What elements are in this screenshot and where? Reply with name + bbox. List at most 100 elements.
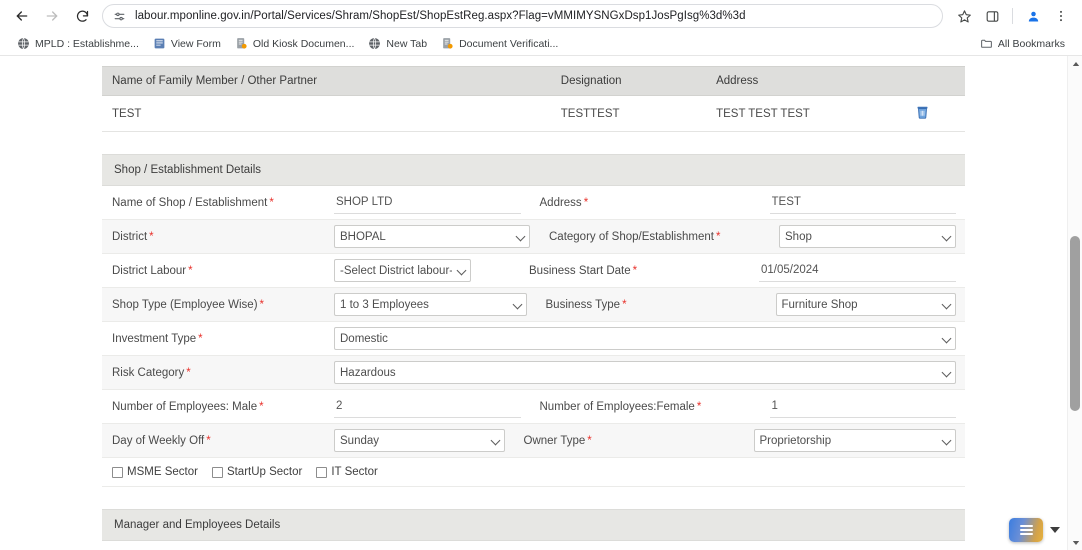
doc-icon	[237, 38, 247, 49]
required-asterisk: *	[206, 434, 211, 447]
bookmark-label: MPLD : Establishme...	[35, 37, 139, 50]
form-row-manager-name: Manager Name* Manager Father/Husband Nam…	[102, 541, 965, 550]
manager-name-input[interactable]	[334, 546, 521, 550]
required-asterisk: *	[696, 400, 702, 413]
bookmark-star-icon[interactable]	[951, 3, 977, 29]
scrollbar-thumb[interactable]	[1070, 236, 1080, 411]
form-row-risk-category: Risk Category * Hazardous	[102, 356, 965, 390]
required-asterisk: *	[188, 264, 193, 277]
required-asterisk: *	[269, 196, 274, 209]
field-risk-category: Hazardous	[326, 356, 965, 389]
checkbox-box[interactable]	[211, 466, 223, 478]
label-text: Business Type	[545, 298, 621, 311]
side-panel-icon[interactable]	[979, 3, 1005, 29]
employees-male-input[interactable]	[334, 395, 521, 418]
field-weekly-off: Sunday	[326, 424, 514, 457]
checkbox-label: IT Sector	[331, 466, 378, 478]
bookmark-label: Document Verificati...	[459, 37, 559, 50]
category-select[interactable]: Shop	[779, 225, 956, 248]
label-text: Business Start Date	[529, 264, 631, 277]
col-header-designation: Designation	[550, 66, 707, 96]
employees-female-input[interactable]	[769, 395, 956, 418]
label-shop-type: Shop Type (Employee Wise) *	[102, 288, 326, 321]
browser-chrome: labour.mponline.gov.in/Portal/Services/S…	[0, 0, 1082, 56]
shop-name-input[interactable]	[334, 191, 521, 214]
shop-type-select[interactable]: 1 to 3 Employees	[334, 293, 527, 316]
sector-checkbox-row: MSME Sector StartUp Sector IT Sector	[102, 458, 965, 487]
label-address: Address *	[530, 186, 762, 219]
bookmark-item[interactable]: Old Kiosk Documen...	[228, 35, 362, 52]
business-start-date-input[interactable]	[759, 259, 956, 282]
form-row-weekly-off: Day of Weekly Off * Sunday Owner Type * Pr…	[102, 424, 965, 458]
business-type-select[interactable]: Furniture Shop	[775, 293, 956, 316]
page-content: Name of Family Member / Other Partner De…	[0, 56, 1067, 550]
label-manager-name: Manager Name*	[102, 541, 326, 550]
bookmark-item[interactable]: Document Verificati...	[434, 35, 565, 52]
form-container: Name of Family Member / Other Partner De…	[102, 66, 965, 550]
required-asterisk: *	[259, 298, 265, 311]
scroll-up-arrow[interactable]	[1068, 56, 1082, 71]
bookmark-item[interactable]: New Tab	[361, 35, 434, 52]
label-text: Risk Category	[112, 366, 185, 379]
district-select-wrap: BHOPAL	[334, 225, 530, 248]
field-shop-name	[326, 186, 530, 219]
required-asterisk: *	[715, 230, 721, 243]
form-row-investment-type: Investment Type * Domestic	[102, 322, 965, 356]
checkbox-msme-sector[interactable]: MSME Sector	[112, 466, 198, 478]
district-select[interactable]: BHOPAL	[334, 225, 530, 248]
required-asterisk: *	[583, 196, 589, 209]
accessibility-menu-button[interactable]	[1009, 518, 1043, 542]
cell-designation: TESTTEST	[550, 95, 707, 132]
scroll-down-arrow[interactable]	[1068, 535, 1082, 550]
field-investment-type: Domestic	[326, 322, 965, 355]
address-input[interactable]	[769, 191, 956, 214]
manager-father-name-input[interactable]	[769, 546, 956, 550]
required-asterisk: *	[198, 332, 203, 345]
address-bar[interactable]: labour.mponline.gov.in/Portal/Services/S…	[102, 4, 943, 28]
chevron-down-icon[interactable]	[1050, 527, 1060, 533]
label-weekly-off: Day of Weekly Off *	[102, 424, 326, 457]
owner-type-select[interactable]: Proprietorship	[753, 429, 956, 452]
chrome-menu-icon[interactable]	[1048, 3, 1074, 29]
checkbox-label: StartUp Sector	[226, 466, 303, 478]
label-employees-female: Number of Employees:Female *	[530, 390, 762, 423]
delete-icon[interactable]	[915, 104, 930, 123]
checkbox-box[interactable]	[316, 466, 328, 478]
globe-icon	[369, 37, 381, 50]
weekly-off-select[interactable]: Sunday	[334, 429, 505, 452]
field-employees-male	[326, 390, 530, 423]
investment-type-select[interactable]: Domestic	[334, 327, 956, 350]
district-labour-select[interactable]: -Select District labour-	[334, 259, 471, 282]
forward-button[interactable]	[38, 2, 66, 30]
label-text: Name of Shop / Establishment	[112, 196, 268, 209]
bookmark-item[interactable]: MPLD : Establishme...	[10, 35, 146, 52]
bookmark-label: New Tab	[386, 37, 428, 50]
site-settings-icon[interactable]	[113, 10, 126, 23]
field-district-labour: -Select District labour-	[326, 254, 519, 287]
section-header-shop: Shop / Establishment Details	[102, 154, 965, 186]
checkbox-startup-sector[interactable]: StartUp Sector	[211, 466, 303, 478]
label-text: District Labour	[112, 264, 187, 277]
url-text: labour.mponline.gov.in/Portal/Services/S…	[135, 10, 746, 22]
checkbox-box[interactable]	[112, 466, 123, 478]
reload-button[interactable]	[68, 2, 96, 30]
folder-icon	[981, 39, 992, 48]
profile-avatar-icon[interactable]	[1020, 3, 1046, 29]
label-text: Category of Shop/Establishment	[549, 230, 714, 243]
required-asterisk: *	[259, 400, 264, 413]
risk-category-select[interactable]: Hazardous	[334, 361, 956, 384]
label-text: Address	[539, 196, 582, 209]
vertical-scrollbar[interactable]	[1067, 56, 1082, 550]
bookmark-item[interactable]: View Form	[146, 35, 228, 52]
field-shop-type: 1 to 3 Employees	[326, 288, 536, 321]
checkbox-it-sector[interactable]: IT Sector	[316, 466, 378, 478]
back-button[interactable]	[8, 2, 36, 30]
all-bookmarks-button[interactable]: All Bookmarks	[973, 35, 1072, 52]
cell-action	[904, 95, 965, 132]
form-icon	[154, 38, 165, 49]
label-text: Number of Employees: Male	[112, 400, 258, 413]
browser-toolbar: labour.mponline.gov.in/Portal/Services/S…	[0, 0, 1082, 32]
label-text: Owner Type	[523, 434, 586, 447]
required-asterisk: *	[149, 230, 154, 243]
label-employees-male: Number of Employees: Male *	[102, 390, 326, 423]
